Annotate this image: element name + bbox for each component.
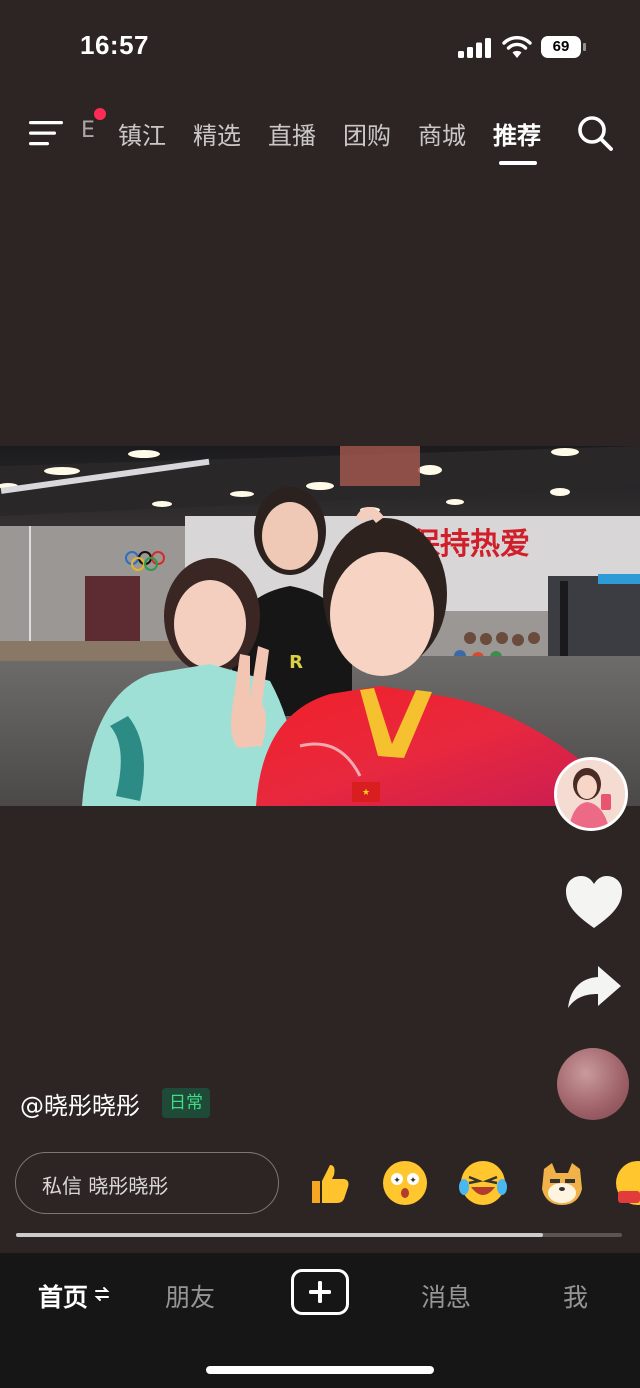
cellular-signal-icon: [458, 38, 491, 58]
author-name[interactable]: @晓彤晓彤: [20, 1086, 140, 1121]
tab-featured[interactable]: 精选: [193, 116, 241, 151]
search-icon[interactable]: [576, 114, 614, 152]
creator-avatar[interactable]: [554, 757, 628, 831]
svg-text:★: ★: [362, 788, 370, 798]
thumbs-up-emoji[interactable]: [304, 1159, 352, 1207]
tab-zhenjiang[interactable]: 镇江: [118, 116, 166, 151]
tab-partial[interactable]: E: [81, 118, 95, 143]
like-icon[interactable]: [564, 874, 624, 930]
notification-dot: [94, 108, 106, 120]
star-eyes-emoji[interactable]: ✦ ✦: [381, 1159, 429, 1207]
battery-level: 69: [541, 36, 581, 58]
laugh-cry-emoji[interactable]: [459, 1159, 507, 1207]
topic-tag[interactable]: 日常: [162, 1088, 210, 1118]
menu-icon[interactable]: [28, 118, 64, 148]
create-button[interactable]: [291, 1269, 349, 1315]
direct-message-placeholder: 私信 晓彤晓彤: [42, 1174, 169, 1198]
nav-home[interactable]: 首页: [38, 1278, 88, 1314]
partial-emoji[interactable]: [614, 1159, 640, 1207]
svg-text:✦: ✦: [409, 1176, 417, 1186]
tab-mall[interactable]: 商城: [418, 116, 466, 151]
home-indicator: [206, 1366, 434, 1374]
refresh-icon[interactable]: [94, 1283, 110, 1305]
music-disc-icon[interactable]: [557, 1048, 629, 1120]
share-icon[interactable]: [566, 964, 622, 1010]
svg-text:✦: ✦: [393, 1176, 401, 1186]
doge-emoji[interactable]: [538, 1159, 586, 1207]
video-progress-fill: [16, 1233, 544, 1237]
video-photo[interactable]: 保持热爱 R ★: [0, 446, 640, 806]
nav-messages[interactable]: 消息: [421, 1278, 471, 1314]
active-tab-indicator: [499, 161, 537, 165]
nav-me[interactable]: 我: [563, 1278, 588, 1314]
battery-icon: 69: [541, 36, 587, 58]
svg-text:R: R: [289, 652, 303, 673]
tab-group-buy[interactable]: 团购: [343, 116, 391, 151]
tab-recommended[interactable]: 推荐: [493, 116, 541, 151]
wifi-icon: [502, 36, 532, 58]
plus-icon: [309, 1281, 331, 1303]
tab-live[interactable]: 直播: [268, 116, 316, 151]
nav-friends[interactable]: 朋友: [165, 1278, 215, 1314]
gym-selfie-image: 保持热爱 R ★: [0, 446, 640, 806]
avatar-image: [557, 760, 625, 828]
status-time: 16:57: [80, 30, 149, 60]
